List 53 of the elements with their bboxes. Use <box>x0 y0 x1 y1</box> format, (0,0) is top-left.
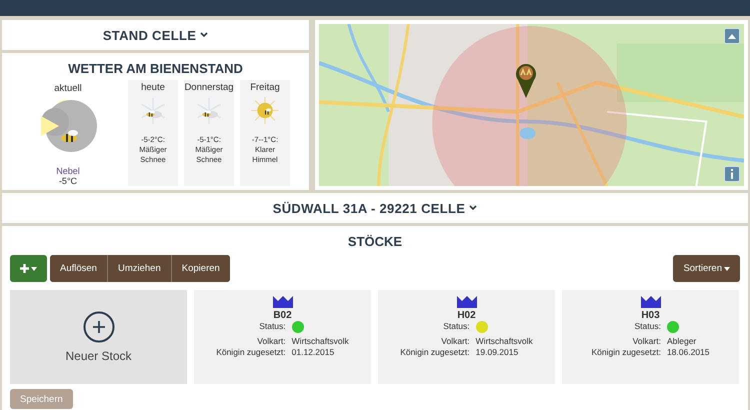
field-value: Ableger <box>666 336 698 346</box>
forecast-day: Donnerstag <box>184 83 234 93</box>
map-pin-icon[interactable] <box>515 62 537 98</box>
crown-icon <box>272 296 292 308</box>
action-button[interactable]: Kopieren <box>172 255 230 282</box>
field-label: Status: <box>258 321 286 333</box>
field-label: Volkart: <box>440 336 470 346</box>
weather-label: aktuell <box>54 83 82 94</box>
info-button[interactable] <box>724 166 740 182</box>
crown-icon <box>456 296 476 308</box>
hive-name: H03 <box>641 310 660 321</box>
info-icon <box>730 169 734 179</box>
field-value: Wirtschaftsvolk <box>292 336 349 346</box>
field-value: 19.09.2015 <box>476 347 520 357</box>
hive-card[interactable]: H02 Status: Volkart: Wirtschaftsvolk Königin zugesetzt: 19.09.2015 <box>378 290 555 384</box>
hives-title: STÖCKE <box>348 234 402 249</box>
caret-icon <box>724 266 730 270</box>
caret-icon <box>31 266 37 270</box>
field-value: 18.06.2015 <box>666 347 710 357</box>
hive-card[interactable]: H03 Status: Volkart: Ableger Königin zugesetzt: 18.06.2015 <box>562 290 739 384</box>
add-circle-icon <box>82 311 114 343</box>
stand-header[interactable]: STAND CELLE <box>2 20 309 50</box>
hive-name: H02 <box>457 310 476 321</box>
field-label: Status: <box>633 321 661 333</box>
field-label: Königin zugesetzt: <box>216 347 286 357</box>
field-label: Königin zugesetzt: <box>400 347 470 357</box>
weather-condition: Nebel <box>56 166 80 176</box>
chevron-down-icon <box>469 205 478 211</box>
field-label: Königin zugesetzt: <box>591 347 661 357</box>
address-header[interactable]: SÜDWALL 31A - 29221 CELLE <box>2 193 748 223</box>
field-label: Volkart: <box>256 336 286 346</box>
address-title: SÜDWALL 31A - 29221 CELLE <box>272 200 466 216</box>
collapse-button[interactable] <box>724 28 740 44</box>
sort-button[interactable]: Sortieren <box>673 255 740 282</box>
hive-name: B02 <box>273 310 292 321</box>
action-button[interactable]: Umziehen <box>108 255 171 282</box>
field-value: 01.12.2015 <box>292 347 336 357</box>
caret-up-icon <box>728 34 736 38</box>
add-button[interactable] <box>10 255 47 282</box>
field-label: Volkart: <box>632 336 661 346</box>
weather-title: WETTER AM BIENENSTAND <box>68 61 243 76</box>
field-value: Wirtschaftsvolk <box>476 336 533 346</box>
plus-icon <box>20 264 29 273</box>
forecast-day: Freitag <box>250 83 280 93</box>
crown-icon <box>640 296 660 308</box>
stand-title: STAND CELLE <box>102 28 196 42</box>
forecast-day: heute <box>141 83 165 93</box>
weather-temperature: -5°C <box>58 176 78 186</box>
new-hive-button[interactable]: Neuer Stock <box>10 290 187 384</box>
hive-card[interactable]: B02 Status: Volkart: Wirtschaftsvolk Königin zugesetzt: 01.12.2015 <box>194 290 371 384</box>
chevron-down-icon <box>200 32 208 38</box>
action-button[interactable]: Auflösen <box>50 255 107 282</box>
field-label: Status: <box>442 321 470 333</box>
